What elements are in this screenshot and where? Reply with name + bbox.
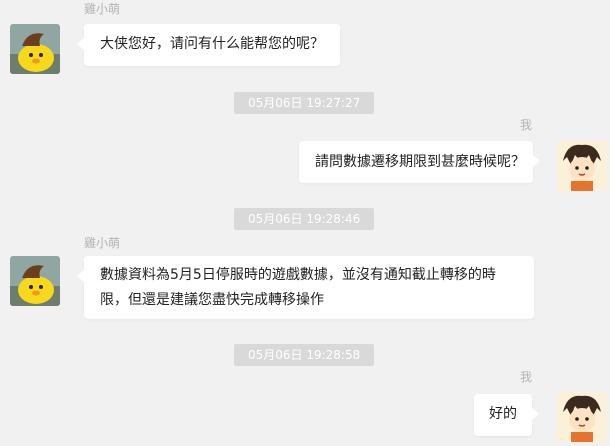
sender-name-bot: 雞小萌 bbox=[84, 236, 121, 250]
message-bubble-user-1: 請問數據遷移期限到甚麼時候呢？ bbox=[299, 141, 540, 183]
message-text: 大侠您好，请问有什么能帮您的呢？ bbox=[100, 36, 324, 52]
message-text: 好的 bbox=[489, 406, 517, 422]
yellow-chick-avatar-icon bbox=[10, 256, 60, 306]
user-avatar[interactable] bbox=[557, 392, 607, 442]
sender-name-user: 我 bbox=[520, 118, 533, 132]
cartoon-girl-avatar-icon bbox=[557, 141, 607, 191]
message-text: 數據資料為5月5日停服時的遊戲數據，並沒有通知截止轉移的時 限，但還是建議您盡快… bbox=[84, 256, 534, 313]
sender-name-user: 我 bbox=[520, 370, 533, 384]
message-bubble-bot-1: 大侠您好，请问有什么能帮您的呢？ bbox=[77, 24, 340, 66]
cartoon-girl-avatar-icon bbox=[557, 392, 607, 442]
message-text: 請問數據遷移期限到甚麼時候呢？ bbox=[315, 154, 525, 170]
yellow-chick-avatar-icon bbox=[10, 24, 60, 74]
bot-avatar[interactable] bbox=[10, 24, 60, 74]
sender-name-bot: 雞小萌 bbox=[84, 2, 121, 16]
timestamp-badge: 05月06日 19:28:46 bbox=[234, 208, 375, 230]
timestamp-badge: 05月06日 19:27:27 bbox=[234, 92, 375, 114]
message-line: 數據資料為5月5日停服時的遊戲數據，並沒有通知截止轉移的時 bbox=[100, 267, 496, 283]
bot-avatar[interactable] bbox=[10, 256, 60, 306]
message-bubble-user-2: 好的 bbox=[474, 394, 539, 436]
user-avatar[interactable] bbox=[557, 141, 607, 191]
message-bubble-bot-2: 數據資料為5月5日停服時的遊戲數據，並沒有通知截止轉移的時 限，但還是建議您盡快… bbox=[77, 256, 534, 319]
timestamp-badge: 05月06日 19:28:58 bbox=[234, 344, 375, 366]
message-line: 限，但還是建議您盡快完成轉移操作 bbox=[100, 292, 324, 308]
